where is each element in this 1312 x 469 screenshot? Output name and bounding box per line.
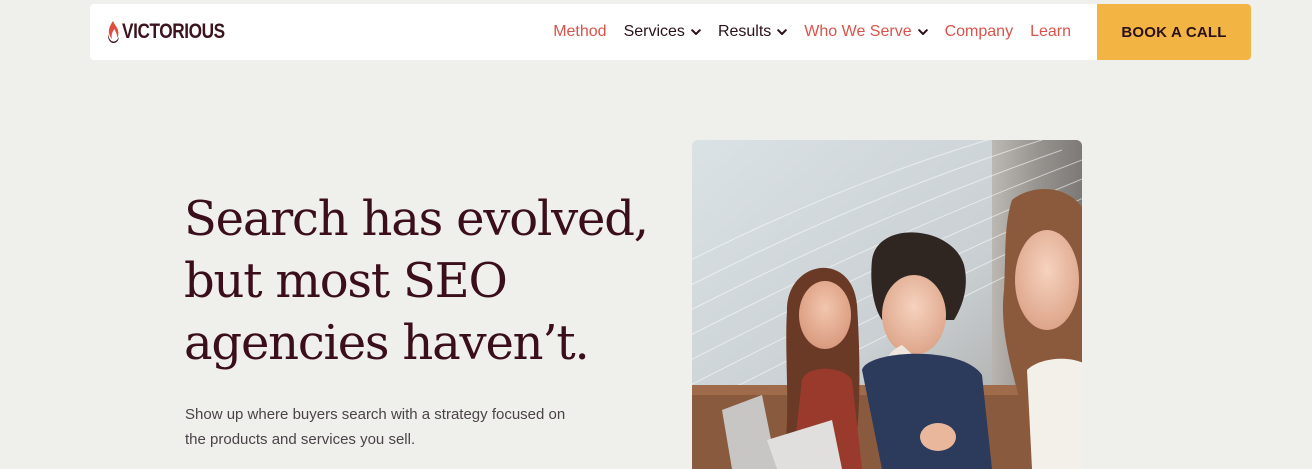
nav-item-learn[interactable]: Learn bbox=[1030, 23, 1071, 41]
nav-item-label: Learn bbox=[1030, 23, 1071, 40]
brand-logo-link[interactable]: VICTORIOUS bbox=[106, 18, 247, 46]
nav-item-company[interactable]: Company bbox=[945, 23, 1013, 41]
hero-title-line: agencies haven’t. bbox=[184, 315, 590, 371]
hero-title: Search has evolved, but most SEO agencie… bbox=[184, 188, 684, 374]
chevron-down-icon bbox=[777, 28, 788, 35]
hero-subtitle-line: Show up where buyers search with a strat… bbox=[185, 406, 566, 423]
team-laughing-photo bbox=[692, 140, 1082, 469]
primary-nav: Method Services Results Who We Serve Com… bbox=[536, 4, 1071, 60]
hero-photo bbox=[692, 140, 1082, 469]
top-navigation-bar: VICTORIOUS Method Services Results Who W… bbox=[90, 4, 1251, 60]
nav-item-services[interactable]: Services bbox=[624, 23, 701, 41]
nav-item-label: Company bbox=[944, 23, 1014, 40]
book-a-call-button[interactable]: BOOK A CALL bbox=[1097, 4, 1251, 60]
hero-title-line: but most SEO bbox=[184, 253, 508, 309]
brand-wordmark: VICTORIOUS bbox=[122, 20, 225, 43]
hero-subtitle: Show up where buyers search with a strat… bbox=[185, 402, 625, 452]
flame-logo-icon bbox=[107, 21, 119, 43]
nav-item-label: Results bbox=[717, 23, 772, 40]
nav-item-method[interactable]: Method bbox=[553, 23, 606, 41]
chevron-down-icon bbox=[917, 28, 928, 35]
nav-item-results[interactable]: Results bbox=[717, 23, 788, 41]
nav-item-label: Services bbox=[623, 23, 685, 40]
hero-title-line: Search has evolved, bbox=[184, 191, 649, 247]
hero-subtitle-line: the products and services you sell. bbox=[185, 431, 416, 448]
chevron-down-icon bbox=[691, 28, 701, 35]
nav-item-who-we-serve[interactable]: Who We Serve bbox=[804, 23, 928, 41]
nav-item-label: Who We Serve bbox=[804, 23, 912, 40]
nav-item-label: Method bbox=[553, 23, 607, 40]
